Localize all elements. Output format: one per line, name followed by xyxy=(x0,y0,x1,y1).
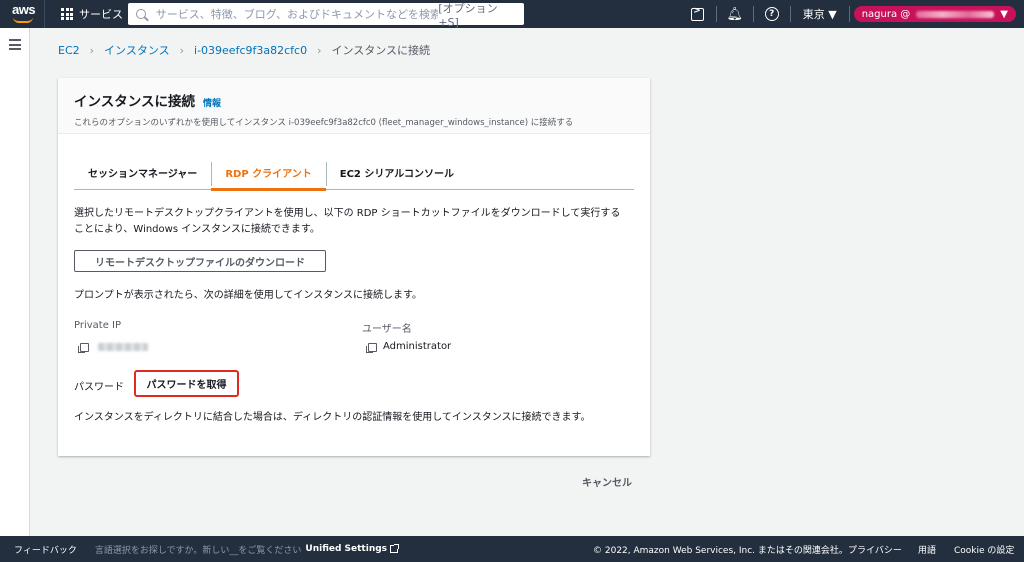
panel-header: インスタンスに接続 情報 これらのオプションのいずれかを使用してインスタンス i… xyxy=(58,78,650,134)
private-ip-label: Private IP xyxy=(74,320,122,331)
account-menu-button[interactable]: nagura @ ▼ xyxy=(853,6,1016,22)
account-name: nagura @ xyxy=(861,8,911,20)
private-ip-value-redacted xyxy=(98,343,148,351)
chevron-down-icon: ▼ xyxy=(1000,8,1008,20)
terms-link[interactable]: 用語 xyxy=(918,543,936,556)
cookie-settings-link[interactable]: Cookie の設定 xyxy=(954,543,1014,556)
copy-icon[interactable] xyxy=(365,343,377,353)
search-icon xyxy=(136,9,146,19)
prompt-text: プロンプトが表示されたら、次の詳細を使用してインスタンスに接続します。 xyxy=(74,290,422,301)
unified-settings-label: Unified Settings xyxy=(305,544,388,554)
aws-logo-text: aws xyxy=(12,2,36,17)
tab-ec2-serial-console[interactable]: EC2 シリアルコンソール xyxy=(325,156,468,189)
feedback-link[interactable]: フィードバック xyxy=(14,543,77,556)
region-selector[interactable]: 東京 ▼ xyxy=(791,6,849,22)
services-label: サービス xyxy=(79,8,123,21)
cloudshell-button[interactable] xyxy=(680,0,716,28)
info-link[interactable]: 情報 xyxy=(203,96,221,109)
aws-smile-icon xyxy=(13,17,33,23)
help-icon: ? xyxy=(764,7,779,21)
panel-title-row: インスタンスに接続 情報 xyxy=(74,90,634,110)
connection-method-tabs: セッションマネージャー RDP クライアント EC2 シリアルコンソール xyxy=(74,156,634,191)
rdp-intro-line-1: 選択したリモートデスクトップクライアントを使用し、以下の RDP ショートカット… xyxy=(74,208,621,219)
chevron-right-icon: › xyxy=(317,43,322,57)
services-menu-button[interactable]: サービス xyxy=(45,0,135,28)
external-link-icon xyxy=(390,544,400,553)
menu-icon[interactable] xyxy=(9,39,21,53)
aws-logo[interactable]: aws xyxy=(0,0,44,28)
breadcrumb-ec2[interactable]: EC2 xyxy=(58,44,80,57)
directory-info-text: インスタンスをディレクトリに結合した場合は、ディレクトリの認証情報を使用してイン… xyxy=(74,412,591,423)
copyright-text: © 2022, Amazon Web Services, Inc. またはその関… xyxy=(593,545,848,556)
tab-rdp-client[interactable]: RDP クライアント xyxy=(211,156,327,191)
side-navigation-rail xyxy=(0,28,30,536)
grid-icon xyxy=(61,8,73,20)
username-value: Administrator xyxy=(383,341,452,352)
tab-session-manager[interactable]: セッションマネージャー xyxy=(74,156,211,189)
nav-right-group: 🔔︎ ? 東京 ▼ nagura @ ▼ xyxy=(680,0,1024,28)
privacy-link[interactable]: プライバシー xyxy=(848,543,902,556)
top-navigation: aws サービス [オプション+S] 🔔︎ ? 東京 ▼ nagura @ ▼ xyxy=(0,0,1024,29)
rdp-intro-text: 選択したリモートデスクトップクライアントを使用し、以下の RDP ショートカット… xyxy=(74,206,620,238)
language-prompt: 言語選択をお探しですか。新しい__をご覧ください xyxy=(94,545,302,556)
cancel-button[interactable]: キャンセル xyxy=(582,474,632,489)
cloudshell-icon xyxy=(691,6,705,21)
footer: フィードバック 言語選択をお探しですか。新しい__をご覧ください Unified… xyxy=(0,536,1024,562)
breadcrumb-instance-id[interactable]: i-039eefc9f3a82cfc0 xyxy=(194,44,307,57)
notifications-button[interactable]: 🔔︎ xyxy=(717,0,753,28)
unified-settings-link[interactable]: Unified Settings xyxy=(305,544,400,554)
search-shortcut-hint: [オプション+S] xyxy=(438,1,498,29)
username-label: ユーザー名 xyxy=(362,324,412,335)
breadcrumb: EC2 › インスタンス › i-039eefc9f3a82cfc0 › インス… xyxy=(58,42,430,58)
connect-instance-panel: インスタンスに接続 情報 これらのオプションのいずれかを使用してインスタンス i… xyxy=(58,78,650,456)
help-button[interactable]: ? xyxy=(754,0,790,28)
copy-icon[interactable] xyxy=(77,343,89,353)
rdp-intro-line-2: ことにより、Windows インスタンスに接続できます。 xyxy=(74,224,320,235)
page-title: インスタンスに接続 xyxy=(74,94,195,110)
search-input[interactable] xyxy=(155,7,439,21)
password-label: パスワード xyxy=(74,382,124,393)
chevron-right-icon: › xyxy=(89,43,95,57)
download-rdp-file-button[interactable]: リモートデスクトップファイルのダウンロード xyxy=(74,250,326,272)
panel-description: これらのオプションのいずれかを使用してインスタンス i-039eefc9f3a8… xyxy=(74,118,574,128)
chevron-right-icon: › xyxy=(179,43,185,57)
breadcrumb-current: インスタンスに接続 xyxy=(331,44,431,57)
get-password-button[interactable]: パスワードを取得 xyxy=(134,370,239,397)
nav-divider xyxy=(848,6,850,22)
bell-icon: 🔔︎ xyxy=(726,6,743,22)
account-id-redacted xyxy=(916,10,995,18)
breadcrumb-instances[interactable]: インスタンス xyxy=(104,42,170,58)
search-bar[interactable]: [オプション+S] xyxy=(128,2,524,29)
